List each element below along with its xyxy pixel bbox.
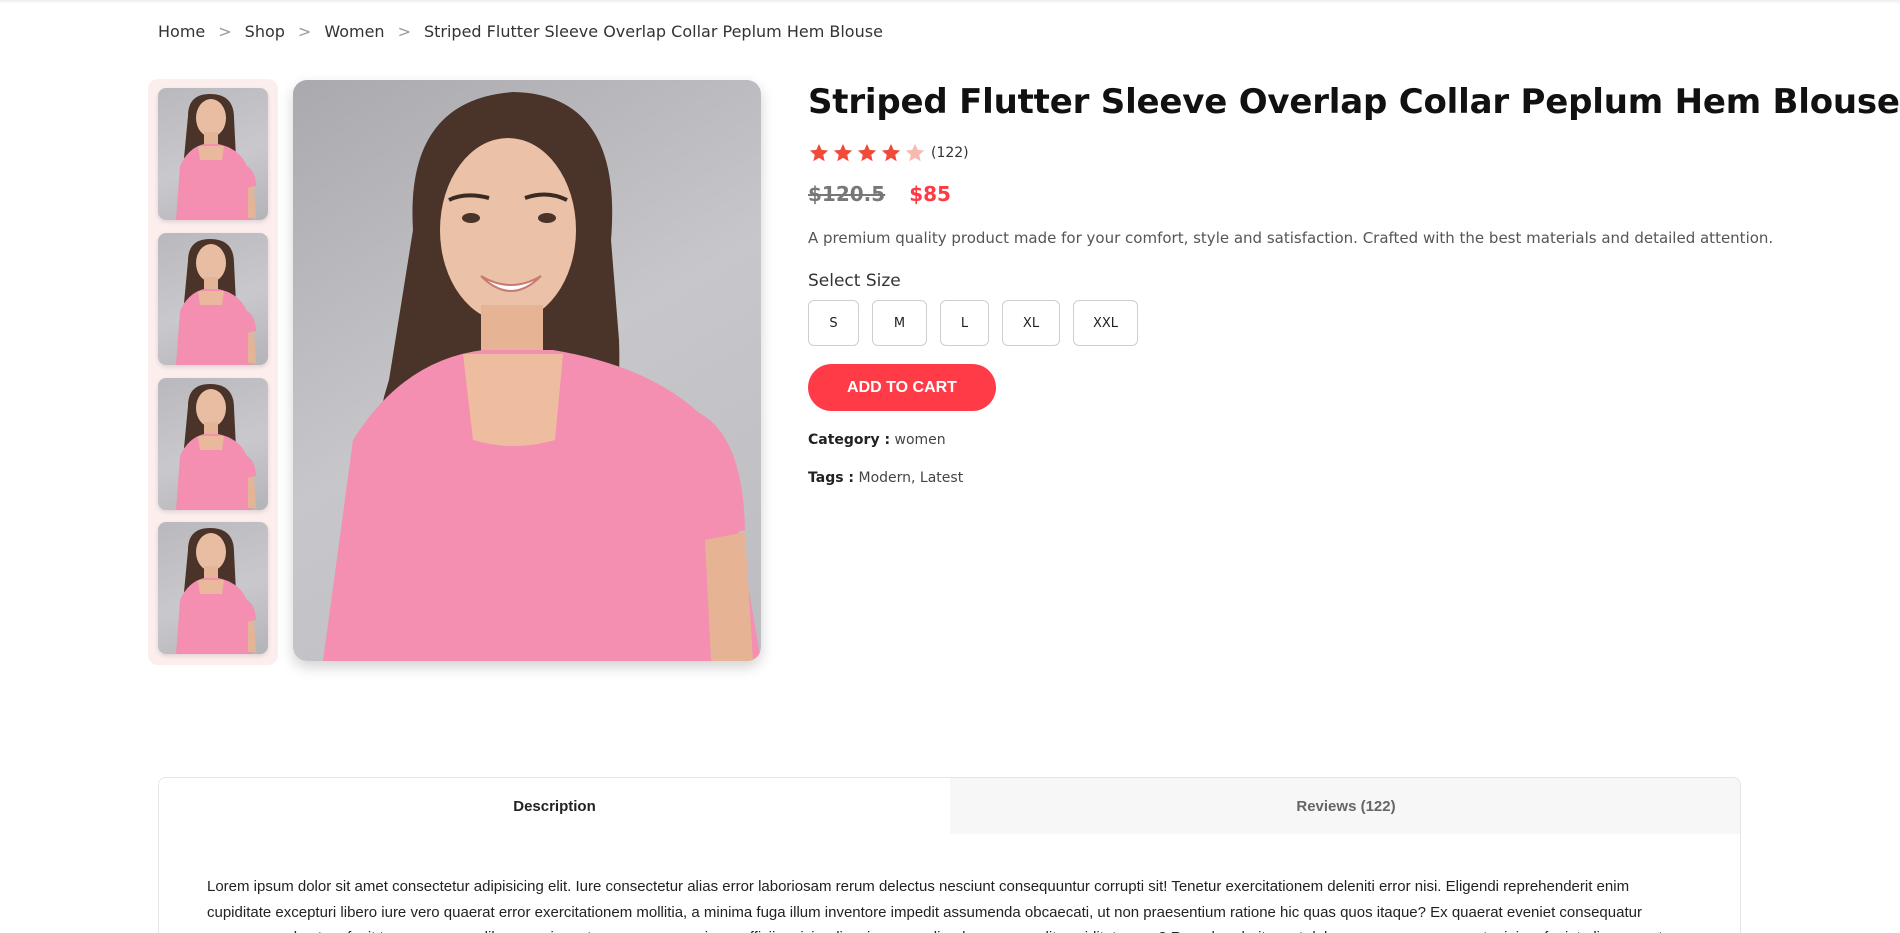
price-block: $120.5 $85 [808,182,951,206]
rating-count: (122) [931,145,969,161]
size-option-m[interactable]: M [872,300,927,346]
product-thumbnail-woman-pink-top-icon [176,94,256,220]
tags-value[interactable]: Modern, Latest [858,470,963,486]
breadcrumb-shop[interactable]: Shop [245,22,285,41]
breadcrumb-women[interactable]: Women [324,22,384,41]
category-label: Category : [808,432,891,448]
category-row: Category : women [808,432,946,448]
tab-header: Description Reviews (122) [159,778,1740,834]
size-option-s[interactable]: S [808,300,859,346]
product-tabs: Description Reviews (122) Lorem ipsum do… [158,777,1741,933]
breadcrumb-separator: > [397,22,411,41]
main-product-image[interactable] [293,80,761,661]
product-thumbnail-woman-pink-top-icon [176,239,256,365]
product-rating: (122) [808,142,969,164]
category-value[interactable]: women [895,432,946,448]
tab-description[interactable]: Description [159,778,950,834]
size-option-l[interactable]: L [940,300,989,346]
size-option-xl[interactable]: XL [1002,300,1060,346]
product-title: Striped Flutter Sleeve Overlap Collar Pe… [808,82,1900,122]
product-thumbnail-3[interactable] [158,378,268,510]
breadcrumb-separator: > [297,22,312,41]
size-label: Select Size [808,271,901,291]
product-thumbnail-4[interactable] [158,522,268,654]
product-thumbnail-woman-pink-top-icon [176,528,256,654]
original-price: $120.5 [808,182,886,206]
star-filled-icon [857,143,877,162]
size-option-xxl[interactable]: XXL [1073,300,1138,346]
description-text: Lorem ipsum dolor sit amet consectetur a… [207,878,1688,933]
add-to-cart-button[interactable]: ADD TO CART [808,364,996,411]
top-divider [0,0,1900,4]
product-page: Home > Shop > Women > Striped Flutter Sl… [0,0,1900,933]
star-filled-icon [881,143,901,162]
breadcrumb-separator: > [218,22,232,41]
breadcrumb-home[interactable]: Home [158,22,205,41]
star-filled-icon [833,143,853,162]
thumbnail-gallery [148,79,278,665]
product-photo-woman-pink-top-icon [323,92,761,661]
tags-row: Tags : Modern, Latest [808,470,963,486]
product-thumbnail-woman-pink-top-icon [176,384,256,510]
product-short-description: A premium quality product made for your … [808,229,1774,247]
product-thumbnail-2[interactable] [158,233,268,365]
breadcrumb-current-product: Striped Flutter Sleeve Overlap Collar Pe… [423,22,883,41]
sale-price: $85 [909,182,951,206]
tags-label: Tags : [808,470,855,486]
star-empty-icon [905,143,925,162]
tab-reviews[interactable]: Reviews (122) [950,778,1740,834]
star-filled-icon [809,143,829,162]
breadcrumb: Home > Shop > Women > Striped Flutter Sl… [158,22,883,41]
product-thumbnail-1[interactable] [158,88,268,220]
